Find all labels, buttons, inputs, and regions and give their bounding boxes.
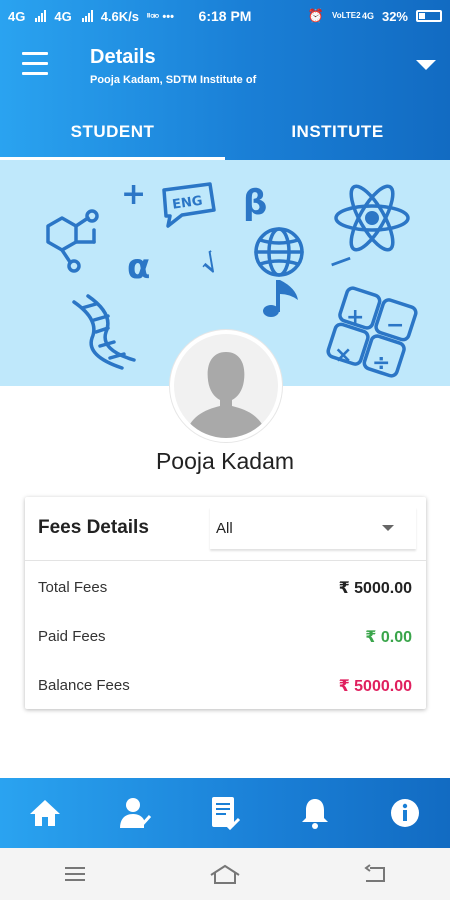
system-home-button[interactable]	[150, 863, 300, 885]
info-icon	[391, 799, 419, 827]
tab-institute-label: INSTITUTE	[291, 122, 384, 141]
globe-icon	[254, 227, 304, 277]
profile-check-icon	[120, 798, 152, 829]
nav-info[interactable]	[360, 778, 450, 848]
signal-icon	[35, 10, 47, 22]
root-symbol: √	[196, 248, 225, 281]
status-bar: 4G 4G 4.6K/s ᶦᶦ⚮ ••• 6:18 PM ⏰ VoLTE2 4G…	[0, 0, 450, 32]
volte-indicator: VoLTE2	[331, 11, 361, 20]
page-title: Details	[90, 46, 156, 68]
music-note-icon	[263, 280, 298, 317]
calc-plus: +	[346, 305, 364, 330]
fees-row-value: ₹ 5000.00	[338, 678, 412, 695]
page-subtitle: Pooja Kadam, SDTM Institute of	[90, 74, 257, 86]
back-arrow-icon	[364, 864, 385, 882]
dash-symbol: —	[326, 246, 355, 277]
fees-row-label: Total Fees	[38, 579, 108, 596]
tab-student[interactable]: STUDENT	[0, 104, 225, 160]
menu-button[interactable]	[22, 52, 50, 76]
network-speed: 4.6K/s	[100, 8, 139, 24]
system-back-button[interactable]	[300, 864, 450, 884]
caret-down-icon	[382, 525, 394, 531]
person-icon	[174, 334, 278, 438]
battery-percent: 32%	[381, 8, 408, 24]
bottom-nav	[0, 778, 450, 848]
beta-symbol: β	[243, 183, 267, 223]
app-bar: 4G 4G 4.6K/s ᶦᶦ⚮ ••• 6:18 PM ⏰ VoLTE2 4G…	[0, 0, 450, 160]
nav-documents[interactable]	[180, 778, 270, 848]
network-indicator-2: 4G	[54, 8, 72, 24]
calc-divide: ÷	[372, 351, 390, 376]
network-indicator-1: 4G	[8, 8, 26, 24]
fees-header: Fees Details All	[25, 497, 426, 561]
fees-row-value: ₹ 0.00	[365, 629, 412, 646]
atom-nucleus	[365, 211, 379, 225]
system-menu-button[interactable]	[0, 865, 150, 883]
fees-filter-select[interactable]: All	[210, 507, 416, 549]
nav-profile[interactable]	[90, 778, 180, 848]
student-name: Pooja Kadam	[155, 448, 295, 474]
calc-times: ×	[334, 343, 352, 368]
avatar[interactable]	[170, 330, 282, 442]
calc-minus: −	[386, 313, 404, 338]
fees-row-value: ₹ 5000.00	[338, 580, 412, 597]
status-extra: ᶦᶦ⚮ •••	[147, 10, 174, 23]
network-indicator-3: 4G	[361, 11, 374, 21]
fees-row-label: Paid Fees	[38, 628, 106, 645]
fees-row-paid: Paid Fees ₹ 0.00	[25, 610, 426, 659]
system-nav-bar	[0, 848, 450, 900]
home-outline-icon	[210, 864, 240, 884]
battery-icon	[416, 10, 442, 22]
tab-student-label: STUDENT	[70, 122, 155, 141]
fees-card: Fees Details All Total Fees ₹ 5000.00 Pa…	[25, 497, 426, 709]
fees-row-label: Balance Fees	[38, 677, 130, 694]
signal-icon	[81, 10, 93, 22]
nav-home[interactable]	[0, 778, 90, 848]
tab-institute[interactable]: INSTITUTE	[225, 104, 450, 160]
document-check-icon	[212, 797, 241, 831]
alarm-icon: ⏰	[307, 8, 324, 23]
fees-row-total: Total Fees ₹ 5000.00	[25, 561, 426, 610]
tab-bar: STUDENT INSTITUTE	[0, 104, 450, 160]
fees-title: Fees Details	[38, 517, 149, 538]
fees-filter-value: All	[216, 519, 233, 537]
home-icon	[30, 800, 60, 826]
menu-lines-icon	[65, 867, 85, 881]
nav-notifications[interactable]	[270, 778, 360, 848]
chevron-down-icon[interactable]	[416, 60, 436, 70]
eng-text: ENG	[171, 194, 203, 213]
dna-icon	[72, 294, 136, 370]
molecule-icon	[46, 209, 99, 273]
fees-row-balance: Balance Fees ₹ 5000.00	[25, 659, 426, 708]
clock: 6:18 PM	[198, 8, 252, 24]
bell-icon	[302, 799, 328, 829]
alpha-symbol: α	[127, 247, 150, 287]
plus-symbol: +	[121, 177, 146, 212]
